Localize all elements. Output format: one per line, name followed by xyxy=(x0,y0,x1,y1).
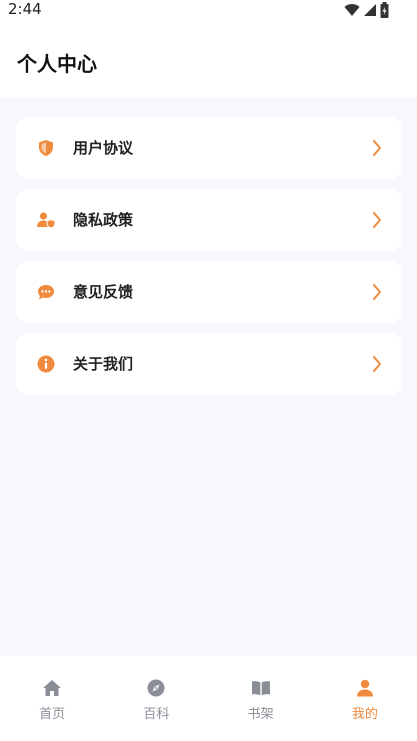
home-icon xyxy=(43,680,62,696)
wifi-icon xyxy=(344,4,360,17)
chevron-right-icon xyxy=(373,140,381,156)
chat-bubble-icon xyxy=(38,285,54,300)
tab-bookshelf[interactable]: 书架 xyxy=(209,656,313,741)
person-icon xyxy=(356,679,373,697)
settings-menu: 用户协议 隐私政策 意见反馈 关于我们 xyxy=(16,117,402,405)
menu-item-label: 隐私政策 xyxy=(73,211,134,229)
tab-label: 百科 xyxy=(143,707,170,722)
shield-icon xyxy=(39,140,53,156)
tab-label: 首页 xyxy=(39,707,66,722)
tab-mine[interactable]: 我的 xyxy=(313,656,417,741)
header: 个人中心 xyxy=(0,20,417,98)
menu-item-feedback[interactable]: 意见反馈 xyxy=(16,261,402,323)
book-icon xyxy=(251,681,270,696)
chevron-right-icon xyxy=(373,284,381,300)
chevron-right-icon xyxy=(373,212,381,228)
status-icons xyxy=(344,2,389,18)
tab-encyclopedia[interactable]: 百科 xyxy=(104,656,208,741)
menu-item-user-agreement[interactable]: 用户协议 xyxy=(16,117,402,179)
menu-item-about-us[interactable]: 关于我们 xyxy=(16,333,402,395)
status-bar: 2:44 xyxy=(0,0,417,20)
tab-label: 书架 xyxy=(247,707,274,722)
menu-item-label: 关于我们 xyxy=(73,355,134,373)
compass-icon xyxy=(147,679,165,697)
menu-item-privacy-policy[interactable]: 隐私政策 xyxy=(16,189,402,251)
info-icon xyxy=(37,355,55,373)
status-time: 2:44 xyxy=(8,0,42,18)
battery-icon xyxy=(380,2,389,18)
page-title: 个人中心 xyxy=(17,52,97,76)
bottom-tab-bar: 首页 百科 书架 我的 xyxy=(0,656,417,741)
menu-item-label: 意见反馈 xyxy=(73,283,134,301)
tab-label: 我的 xyxy=(351,707,378,722)
menu-item-label: 用户协议 xyxy=(73,139,134,157)
signal-icon xyxy=(364,4,376,16)
tab-home[interactable]: 首页 xyxy=(0,656,104,741)
chevron-right-icon xyxy=(373,356,381,372)
user-shield-icon xyxy=(37,212,56,229)
